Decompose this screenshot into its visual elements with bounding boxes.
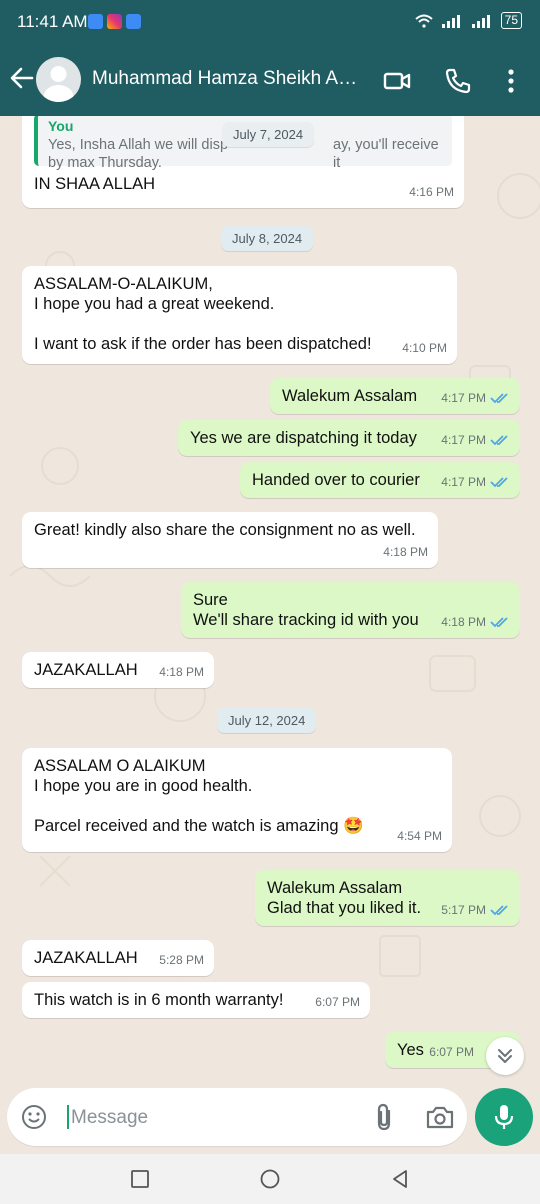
message-text-body: ASSALAM O ALAIKUM I hope you are in good… bbox=[34, 757, 339, 835]
video-call-icon[interactable] bbox=[382, 66, 412, 96]
message-bubble-outgoing[interactable]: Yes we are dispatching it today 4:17 PM bbox=[178, 420, 520, 456]
more-options-icon[interactable] bbox=[496, 66, 526, 96]
message-time: 4:54 PM bbox=[397, 829, 442, 843]
signal-icon bbox=[441, 14, 460, 28]
voice-call-icon[interactable] bbox=[443, 66, 473, 96]
date-separator: July 12, 2024 bbox=[217, 708, 317, 733]
message-bubble-incoming[interactable]: Great! kindly also share the consignment… bbox=[22, 512, 438, 568]
message-time: 6:07 PM bbox=[315, 995, 360, 1009]
message-bubble-outgoing[interactable]: Sure We'll share tracking id with you 4:… bbox=[181, 582, 520, 638]
date-separator: July 8, 2024 bbox=[221, 226, 314, 251]
message-bubble-incoming[interactable]: JAZAKALLAH 5:28 PM bbox=[22, 940, 214, 976]
message-bubble-incoming[interactable]: JAZAKALLAH 4:18 PM bbox=[22, 652, 214, 688]
system-navigation-bar bbox=[0, 1154, 540, 1204]
read-ticks-icon bbox=[490, 905, 508, 916]
message-bubble-incoming[interactable]: ASSALAM O ALAIKUM I hope you are in good… bbox=[22, 748, 452, 852]
camera-icon[interactable] bbox=[425, 1103, 455, 1131]
back-nav-icon[interactable] bbox=[390, 1169, 410, 1189]
message-time: 4:17 PM bbox=[441, 433, 486, 447]
messenger-icon bbox=[88, 14, 103, 29]
home-icon[interactable] bbox=[260, 1169, 280, 1189]
read-ticks-icon bbox=[490, 477, 508, 488]
message-time: 4:18 PM bbox=[159, 665, 204, 679]
chat-header: Muhammad Hamza Sheikh Am... bbox=[0, 44, 540, 116]
message-time: 4:18 PM bbox=[383, 545, 428, 559]
youtube-icon bbox=[126, 14, 141, 29]
message-list[interactable]: You Yes, Insha Allah we will disp ay, yo… bbox=[0, 116, 540, 1088]
message-text: ASSALAM O ALAIKUM I hope you are in good… bbox=[34, 756, 440, 836]
message-time: 4:17 PM bbox=[441, 391, 486, 405]
contact-name[interactable]: Muhammad Hamza Sheikh Am... bbox=[92, 68, 362, 90]
recent-apps-icon[interactable] bbox=[130, 1169, 150, 1189]
message-text: Great! kindly also share the consignment… bbox=[34, 521, 416, 539]
read-ticks-icon bbox=[490, 393, 508, 404]
attach-icon[interactable] bbox=[371, 1102, 399, 1132]
battery-indicator: 75 bbox=[500, 12, 522, 29]
read-ticks-icon bbox=[490, 617, 508, 628]
message-time: 4:16 PM bbox=[409, 185, 454, 199]
message-time: 5:28 PM bbox=[159, 953, 204, 967]
message-time: 4:10 PM bbox=[402, 341, 447, 355]
read-ticks-icon bbox=[490, 435, 508, 446]
message-bubble-outgoing[interactable]: Walekum Assalam 4:17 PM bbox=[270, 378, 520, 414]
wifi-icon bbox=[414, 14, 433, 28]
signal-2-icon bbox=[471, 14, 490, 28]
message-time: 5:17 PM bbox=[441, 903, 486, 917]
message-bubble-outgoing[interactable]: Handed over to courier 4:17 PM bbox=[240, 462, 520, 498]
back-arrow-icon[interactable] bbox=[8, 64, 36, 92]
quote-text-end: ay, you'll receive it bbox=[333, 137, 439, 171]
message-text: IN SHAA ALLAH bbox=[34, 175, 156, 193]
microphone-icon bbox=[494, 1105, 514, 1129]
text-cursor bbox=[67, 1105, 69, 1129]
instagram-icon bbox=[107, 14, 122, 29]
status-time: 11:41 AM bbox=[17, 12, 88, 31]
quote-text: Yes, Insha Allah we will disp bbox=[48, 137, 229, 153]
scroll-to-bottom-button[interactable] bbox=[486, 1037, 524, 1075]
message-bubble-incoming[interactable]: ASSALAM-O-ALAIKUM, I hope you had a grea… bbox=[22, 266, 457, 364]
message-time: 4:18 PM bbox=[441, 615, 486, 629]
message-input[interactable]: Message bbox=[71, 1107, 148, 1129]
status-right: 75 bbox=[414, 12, 522, 29]
contact-avatar[interactable] bbox=[36, 57, 81, 102]
message-composer: Message bbox=[7, 1088, 467, 1146]
notification-icons bbox=[88, 14, 141, 29]
floating-date-chip: July 7, 2024 bbox=[222, 122, 315, 147]
emoji-icon[interactable] bbox=[21, 1104, 47, 1130]
message-bubble-incoming[interactable]: This watch is in 6 month warranty! 6:07 … bbox=[22, 982, 370, 1018]
star-struck-emoji: 🤩 bbox=[343, 817, 364, 835]
double-chevron-down-icon bbox=[498, 1049, 512, 1063]
default-avatar-icon bbox=[43, 66, 74, 102]
message-text: This watch is in 6 month warranty! bbox=[34, 991, 284, 1009]
message-bubble-outgoing[interactable]: Walekum Assalam Glad that you liked it. … bbox=[255, 870, 520, 926]
voice-record-button[interactable] bbox=[475, 1088, 533, 1146]
message-text: ASSALAM-O-ALAIKUM, I hope you had a grea… bbox=[34, 275, 372, 353]
message-time: 4:17 PM bbox=[441, 475, 486, 489]
message-time: 6:07 PM bbox=[429, 1045, 474, 1059]
status-bar: 11:41 AM 75 bbox=[0, 0, 540, 44]
